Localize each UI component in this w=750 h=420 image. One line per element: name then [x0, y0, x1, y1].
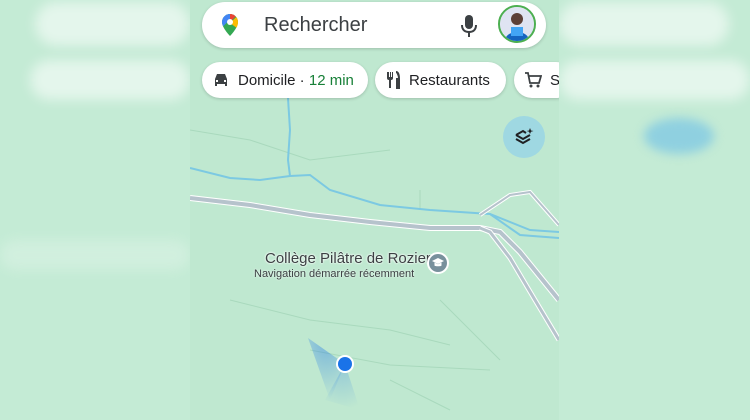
layers-icon — [515, 128, 534, 145]
mic-icon[interactable] — [459, 14, 479, 38]
graduation-cap-icon[interactable] — [427, 252, 449, 274]
chip-shopping[interactable]: Su — [514, 62, 559, 98]
chip-restaurants[interactable]: Restaurants — [375, 62, 506, 98]
account-avatar[interactable] — [498, 5, 536, 43]
layers-button[interactable] — [503, 116, 545, 158]
poi-subtitle: Navigation démarrée récemment — [254, 268, 415, 280]
chip-home-time: 12 min — [308, 71, 354, 89]
blurred-right-panel — [559, 0, 750, 420]
chip-home[interactable]: Domicile · 12 min — [202, 62, 368, 98]
poi-name[interactable]: Collège Pilâtre de Rozier — [265, 250, 431, 267]
car-icon — [215, 74, 227, 86]
chip-restaurants-label: Restaurants — [409, 71, 490, 89]
fork-knife-icon — [387, 71, 401, 89]
chip-home-label: Domicile — [238, 71, 296, 89]
chip-home-separator: · — [295, 71, 309, 89]
search-bar[interactable]: Rechercher — [202, 2, 546, 48]
maps-screen: Rechercher Domicile · 12 min Restaurants… — [190, 0, 559, 420]
chip-shopping-label: Su — [550, 71, 559, 89]
blurred-left-panel — [0, 0, 190, 420]
maps-pin-logo-icon — [222, 14, 238, 36]
search-placeholder: Rechercher — [264, 14, 368, 36]
cart-icon — [525, 72, 542, 88]
